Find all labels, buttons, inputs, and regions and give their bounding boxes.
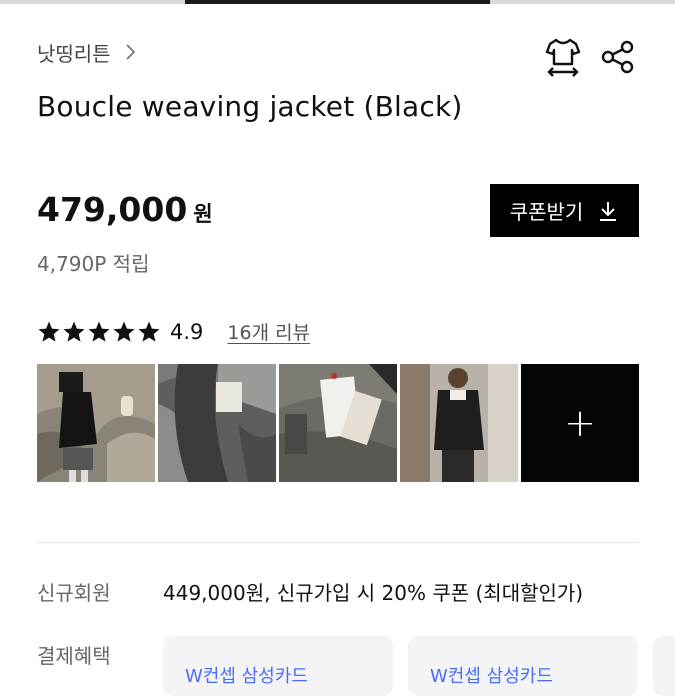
price-row: 479,000 원 [37,190,213,229]
download-icon [600,201,617,221]
rating-row: 4.9 16개 리뷰 [37,318,310,345]
rating-score: 4.9 [170,319,204,344]
product-price: 479,000 [37,190,188,229]
payment-card-1[interactable]: W컨셉 삼성카드 [163,636,393,696]
payment-benefit-label: 결제혜택 [37,644,111,668]
more-photos-tile[interactable]: + [521,364,639,482]
star-icon [113,321,135,342]
brand-name: 낫띵리튼 [37,41,111,66]
section-divider [37,542,639,543]
payment-card-2-text: W컨셉 삼성카드 [430,666,553,687]
product-title: Boucle weaving jacket (Black) [37,90,463,123]
star-icon [138,321,160,342]
coupon-download-button[interactable]: 쿠폰받기 [490,184,639,237]
review-photo-gallery: + [37,364,639,482]
star-rating [37,320,161,344]
brand-link[interactable]: 낫띵리튼 [37,36,139,68]
star-icon [88,321,110,342]
reward-points: 4,790P 적립 [37,252,150,276]
previous-image-strip [0,0,675,4]
star-icon [63,321,85,342]
price-currency: 원 [193,202,213,226]
plus-icon: + [564,401,596,445]
review-photo-2[interactable] [158,364,276,482]
payment-card-2[interactable]: W컨셉 삼성카드 [408,636,638,696]
review-count-link[interactable]: 16개 리뷰 [227,318,310,345]
coupon-button-label: 쿠폰받기 [509,200,584,224]
share-icon[interactable] [600,40,636,74]
review-photo-4[interactable] [400,364,518,482]
review-photo-3[interactable] [279,364,397,482]
previous-image-strip-dark [185,0,490,4]
new-member-label: 신규회원 [37,581,111,605]
payment-card-1-text: W컨셉 삼성카드 [185,666,308,687]
star-icon [38,321,60,342]
payment-card-3[interactable] [653,636,675,696]
chevron-right-icon [125,44,135,60]
review-photo-1[interactable] [37,364,155,482]
new-member-price: 449,000원, 신규가입 시 20% 쿠폰 (최대할인가) [163,581,584,605]
tshirt-size-icon[interactable] [544,36,582,78]
